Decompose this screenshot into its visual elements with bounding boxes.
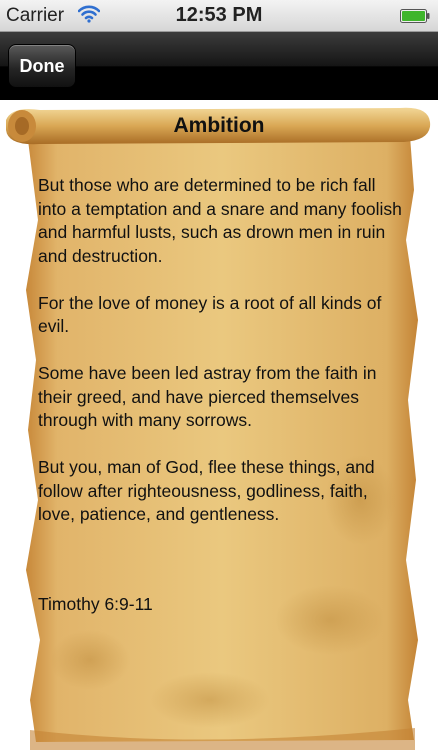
battery-icon [400, 9, 430, 28]
verse-paragraph: But you, man of God, flee these things, … [38, 457, 375, 524]
verse-paragraph: Some have been led astray from the faith… [38, 363, 377, 430]
done-button[interactable]: Done [8, 44, 76, 88]
status-bar: Carrier 12:53 PM [0, 0, 438, 32]
verse-paragraph: But those who are determined to be rich … [38, 175, 402, 266]
verse-paragraph: For the love of money is a root of all k… [38, 292, 382, 337]
navigation-bar: Done [0, 32, 438, 100]
scroll-title: Ambition [173, 114, 265, 137]
verse-reference: Timothy 6:9-11 [38, 594, 153, 614]
clock-label: 12:53 PM [175, 4, 263, 26]
scroll-content: Ambition But those who are determined to… [0, 100, 438, 750]
verse-text: But those who are determined to be rich … [38, 174, 402, 550]
